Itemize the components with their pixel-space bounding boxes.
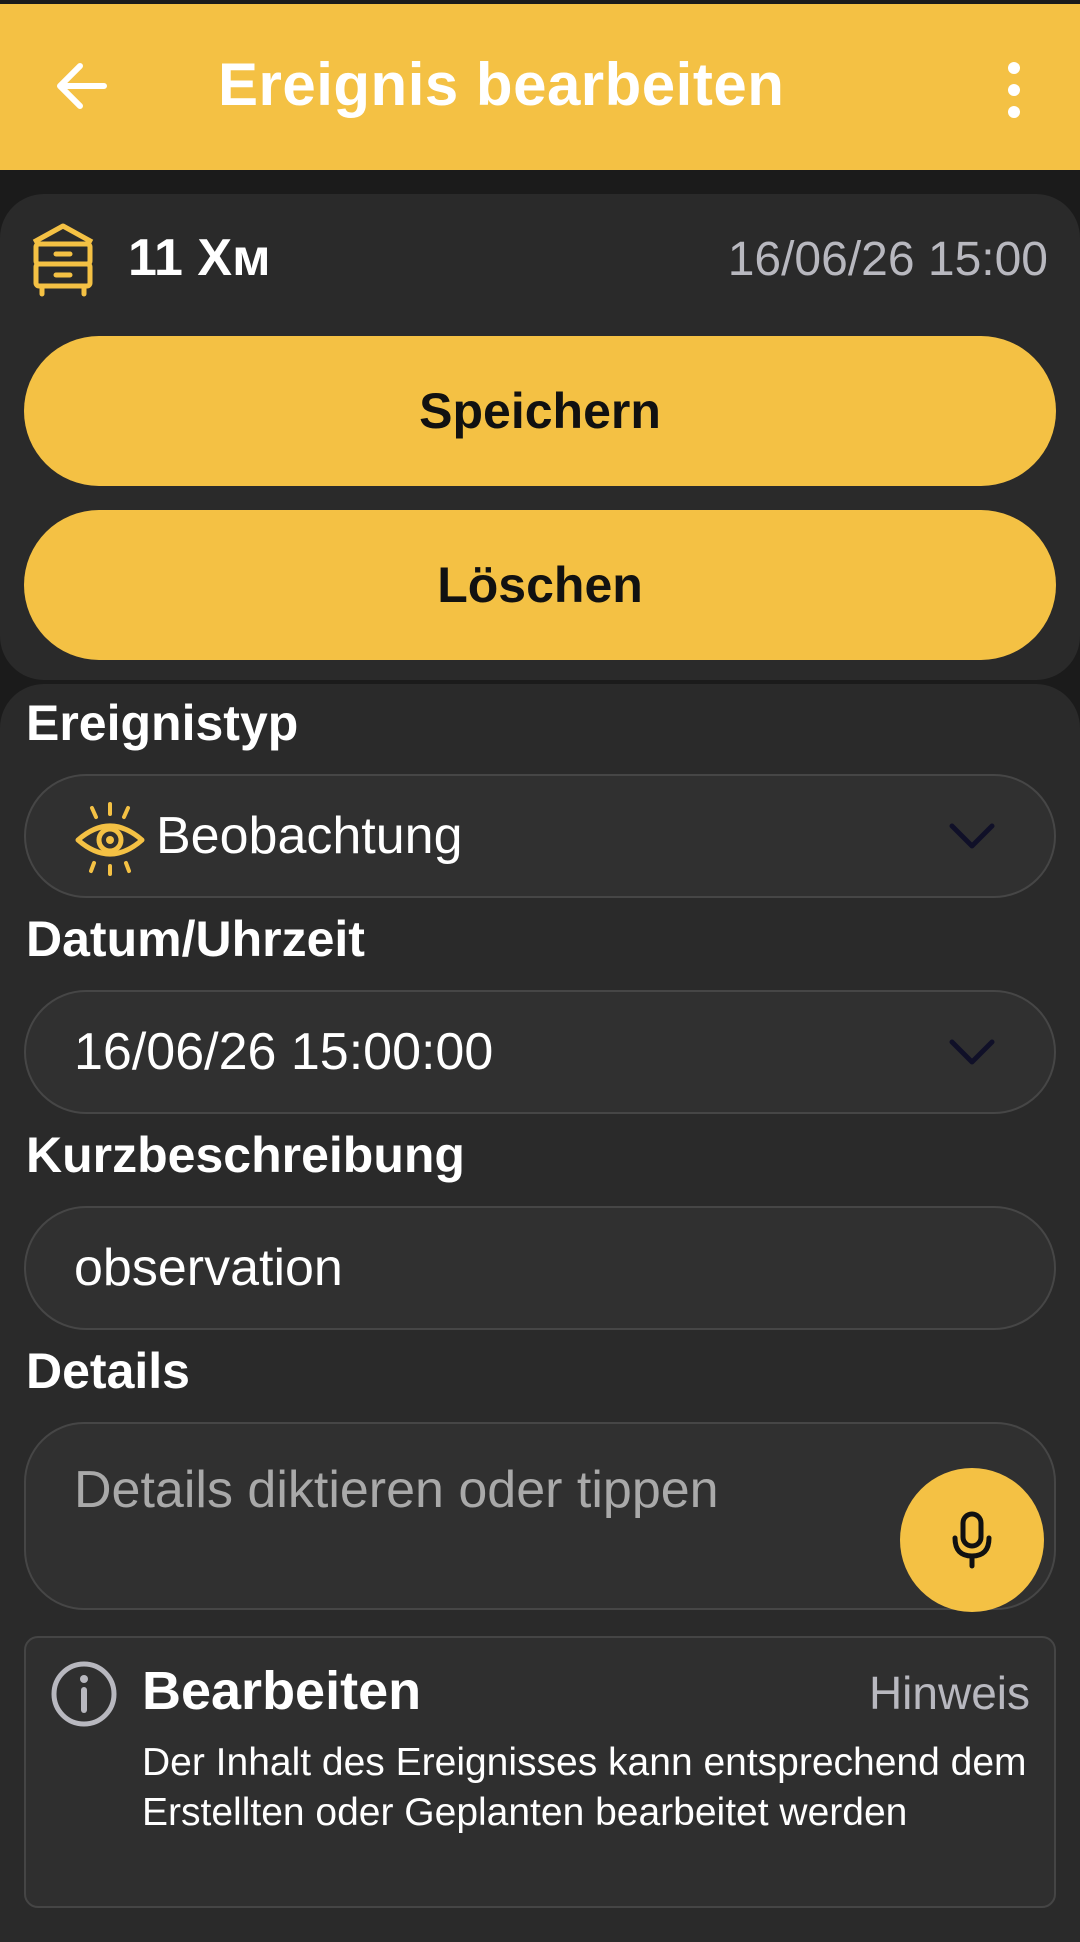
- more-options-icon[interactable]: [998, 56, 1030, 126]
- event-type-value: Beobachtung: [156, 807, 463, 865]
- details-input[interactable]: Details diktieren oder tippen: [24, 1422, 1056, 1610]
- hive-card: 11 Хм 16/06/26 15:00 Speichern Löschen: [0, 194, 1080, 680]
- short-description-input[interactable]: observation: [24, 1206, 1056, 1330]
- details-placeholder: Details diktieren oder tippen: [74, 1461, 719, 1519]
- short-description-value: observation: [74, 1239, 343, 1297]
- info-body: Der Inhalt des Ereignisses kann entsprec…: [142, 1741, 1027, 1834]
- eye-icon: [72, 800, 148, 876]
- save-button[interactable]: Speichern: [24, 336, 1056, 486]
- event-type-select[interactable]: Beobachtung: [24, 774, 1056, 898]
- chevron-down-icon[interactable]: [946, 1032, 998, 1072]
- back-arrow-icon[interactable]: [52, 56, 112, 116]
- info-icon: [50, 1660, 118, 1728]
- datetime-value: 16/06/26 15:00:00: [74, 1023, 494, 1081]
- short-description-label: Kurzbeschreibung: [26, 1127, 465, 1183]
- microphone-button[interactable]: [900, 1468, 1044, 1612]
- details-label: Details: [26, 1343, 190, 1399]
- info-title: Bearbeiten: [142, 1661, 422, 1721]
- info-note: Bearbeiten Hinweis Der Inhalt des Ereign…: [24, 1636, 1056, 1908]
- delete-button[interactable]: Löschen: [24, 510, 1056, 660]
- event-type-label: Ereignistyp: [26, 695, 299, 751]
- datetime-label: Datum/Uhrzeit: [26, 911, 365, 967]
- microphone-icon: [952, 1511, 992, 1569]
- info-badge: Hinweis: [868, 1667, 1030, 1719]
- chevron-down-icon[interactable]: [946, 816, 998, 856]
- beehive-icon: [28, 220, 98, 298]
- hive-datetime: 16/06/26 15:00: [727, 233, 1048, 286]
- page-title: Ereignis bearbeiten: [218, 51, 785, 118]
- hive-name: 11 Хм: [128, 229, 271, 287]
- datetime-select[interactable]: 16/06/26 15:00:00: [24, 990, 1056, 1114]
- app-bar: Ereignis bearbeiten: [0, 0, 1080, 170]
